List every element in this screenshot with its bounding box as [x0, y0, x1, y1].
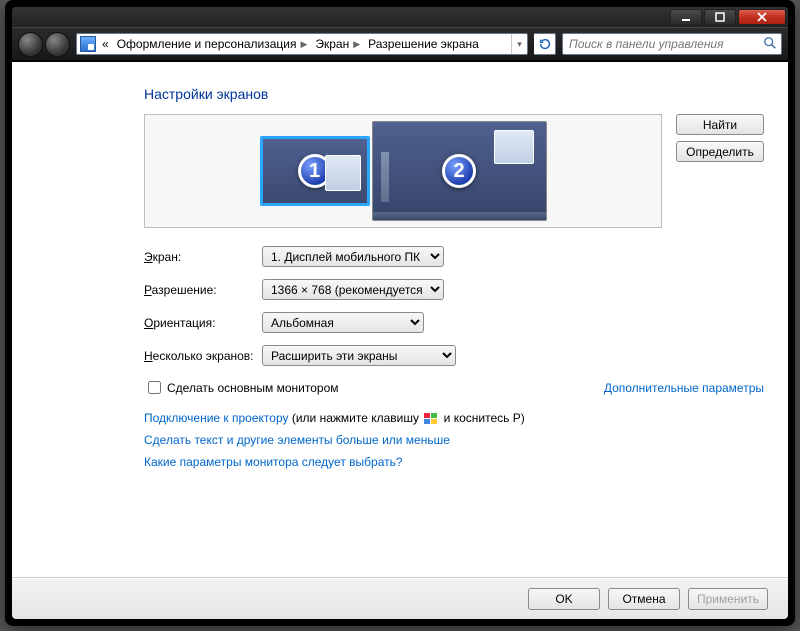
- control-panel-icon: [80, 36, 96, 52]
- back-button[interactable]: [18, 32, 43, 57]
- decorative-sidebar-icon: [381, 152, 389, 202]
- breadcrumb-root[interactable]: «: [98, 34, 113, 54]
- minimize-button[interactable]: [670, 9, 702, 25]
- content-area: Настройки экранов 1 2: [12, 61, 788, 577]
- ok-button[interactable]: OK: [528, 588, 600, 610]
- which-settings-link[interactable]: Какие параметры монитора следует выбрать…: [144, 455, 403, 469]
- window-frame: « Оформление и персонализация ▶ Экран ▶ …: [5, 0, 795, 626]
- breadcrumb-root-label: «: [102, 37, 109, 51]
- breadcrumb-item-3[interactable]: Разрешение экрана: [364, 34, 483, 54]
- multiple-displays-select[interactable]: Расширить эти экраны: [262, 345, 456, 366]
- find-button[interactable]: Найти: [676, 114, 764, 135]
- monitor-1[interactable]: 1: [260, 136, 370, 206]
- search-input[interactable]: [567, 36, 763, 52]
- display-label: Экран:: [144, 250, 262, 264]
- monitor-2-number: 2: [442, 154, 476, 188]
- apply-button[interactable]: Применить: [688, 588, 768, 610]
- breadcrumb-item-2[interactable]: Экран ▶: [311, 34, 364, 54]
- decorative-window-icon: [494, 130, 534, 164]
- identify-button[interactable]: Определить: [676, 141, 764, 162]
- display-select[interactable]: 1. Дисплей мобильного ПК: [262, 246, 444, 267]
- make-primary-checkbox[interactable]: [148, 381, 161, 394]
- orientation-label: Ориентация:: [144, 316, 262, 330]
- projector-line: Подключение к проектору (или нажмите кла…: [144, 411, 764, 425]
- decorative-taskbar-icon: [373, 212, 546, 220]
- search-icon: [763, 36, 777, 53]
- monitor-preview[interactable]: 1 2: [144, 114, 662, 228]
- breadcrumb-label: Экран: [315, 37, 349, 51]
- connect-projector-link[interactable]: Подключение к проектору: [144, 411, 289, 425]
- maximize-button[interactable]: [704, 9, 736, 25]
- text-size-link[interactable]: Сделать текст и другие элементы больше и…: [144, 433, 450, 447]
- search-box[interactable]: [562, 33, 782, 55]
- resolution-label: Разрешение:: [144, 283, 262, 297]
- decorative-window-icon: [325, 155, 361, 191]
- titlebar: [12, 7, 788, 27]
- page-title: Настройки экранов: [144, 86, 764, 102]
- windows-logo-icon: [424, 413, 438, 425]
- make-primary-label: Сделать основным монитором: [167, 381, 339, 395]
- close-button[interactable]: [738, 9, 786, 25]
- forward-button[interactable]: [45, 32, 70, 57]
- footer: OK Отмена Применить: [12, 577, 788, 619]
- breadcrumb-label: Оформление и персонализация: [117, 37, 297, 51]
- window-inner: « Оформление и персонализация ▶ Экран ▶ …: [12, 7, 788, 619]
- address-history-dropdown[interactable]: ▾: [511, 34, 527, 54]
- resolution-select[interactable]: 1366 × 768 (рекомендуется): [262, 279, 444, 300]
- multi-label: Несколько экранов:: [144, 349, 262, 363]
- advanced-settings-link[interactable]: Дополнительные параметры: [604, 381, 764, 395]
- refresh-button[interactable]: [534, 33, 556, 55]
- address-bar[interactable]: « Оформление и персонализация ▶ Экран ▶ …: [76, 33, 528, 55]
- orientation-select[interactable]: Альбомная: [262, 312, 424, 333]
- chevron-right-icon: ▶: [353, 39, 360, 50]
- breadcrumb-item-1[interactable]: Оформление и персонализация ▶: [113, 34, 312, 54]
- breadcrumb-label: Разрешение экрана: [368, 37, 479, 51]
- navbar: « Оформление и персонализация ▶ Экран ▶ …: [12, 27, 788, 61]
- chevron-right-icon: ▶: [300, 39, 307, 50]
- cancel-button[interactable]: Отмена: [608, 588, 680, 610]
- monitor-2[interactable]: 2: [372, 121, 547, 221]
